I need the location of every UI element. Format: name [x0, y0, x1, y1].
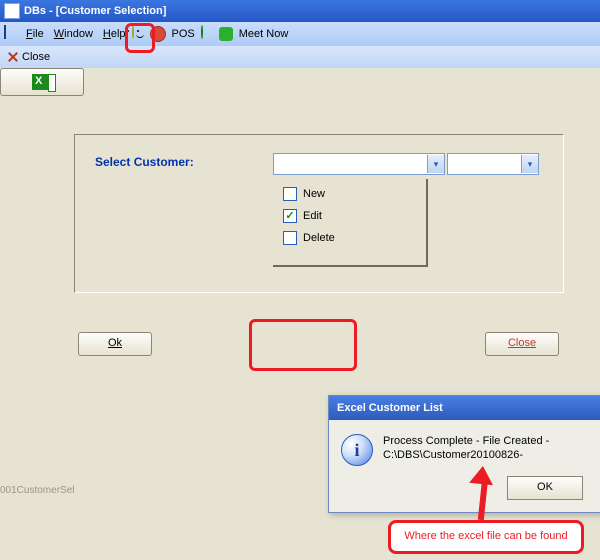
- dialog-ok-button[interactable]: OK: [507, 476, 583, 500]
- ok-button[interactable]: Ok: [78, 332, 152, 356]
- chevron-down-icon: ▾: [521, 155, 538, 173]
- customer-panel: Select Customer: ▾ ▾ New Edit Delete: [74, 134, 564, 293]
- checkbox-edit[interactable]: [283, 209, 297, 223]
- close-button[interactable]: Close: [485, 332, 559, 356]
- menu-bar: File Window Help POS Meet Now: [0, 22, 600, 46]
- option-new[interactable]: New: [283, 187, 416, 201]
- option-delete[interactable]: Delete: [283, 231, 416, 245]
- close-icon: [7, 51, 19, 63]
- dialog-message: Process Complete - File Created - C:\DBS…: [383, 434, 589, 462]
- dialog-title[interactable]: Excel Customer List: [329, 396, 600, 420]
- toolbar: Close: [0, 46, 600, 68]
- menu-window[interactable]: Window: [50, 26, 97, 42]
- export-excel-button[interactable]: [0, 68, 84, 96]
- option-edit[interactable]: Edit: [283, 209, 416, 223]
- toolbar-close-button[interactable]: Close: [2, 49, 55, 65]
- menu-pos[interactable]: POS: [168, 26, 199, 42]
- checkbox-new[interactable]: [283, 187, 297, 201]
- option-new-label: New: [303, 188, 325, 200]
- mode-group: New Edit Delete: [273, 179, 428, 267]
- toolbar-close-label: Close: [22, 51, 50, 63]
- meet-icon[interactable]: [219, 27, 233, 41]
- title-bar[interactable]: DBs - [Customer Selection]: [0, 0, 600, 22]
- customer-combo[interactable]: ▾: [273, 153, 445, 175]
- menu-file[interactable]: File: [22, 26, 48, 42]
- menu-help[interactable]: Help: [99, 26, 130, 42]
- chevron-down-icon: ▾: [427, 155, 444, 173]
- excel-icon: [32, 74, 52, 90]
- status-text: 001CustomerSel: [0, 485, 74, 496]
- app-window: DBs - [Customer Selection] File Window H…: [0, 0, 600, 560]
- window-title: DBs - [Customer Selection]: [24, 5, 166, 17]
- select-customer-label: Select Customer:: [95, 155, 194, 169]
- info-dialog: Excel Customer List Process Complete - F…: [328, 395, 600, 513]
- option-delete-label: Delete: [303, 232, 335, 244]
- stop-icon[interactable]: [150, 26, 166, 42]
- option-edit-label: Edit: [303, 210, 322, 222]
- smiley-icon[interactable]: [132, 26, 148, 42]
- checkbox-delete[interactable]: [283, 231, 297, 245]
- app-icon: [4, 3, 20, 19]
- globe-icon[interactable]: [201, 26, 217, 42]
- info-icon: [341, 434, 373, 466]
- annotation-highlight-excel: [249, 319, 357, 371]
- annotation-callout: Where the excel file can be found: [388, 520, 584, 554]
- menu-meetnow[interactable]: Meet Now: [235, 26, 293, 42]
- save-icon[interactable]: [4, 26, 20, 42]
- secondary-combo[interactable]: ▾: [447, 153, 539, 175]
